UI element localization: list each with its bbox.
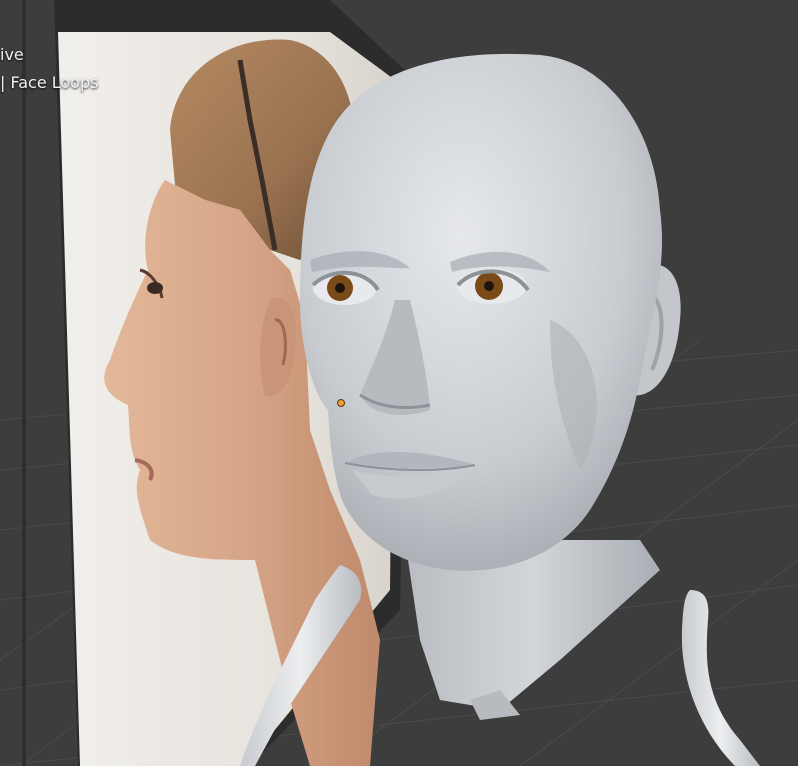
3d-viewport[interactable]: ive | Face Loops — [0, 0, 798, 766]
selected-vertex[interactable] — [337, 399, 345, 407]
edit-mode-label: | Face Loops — [0, 73, 99, 92]
plane-edge-left — [22, 0, 26, 766]
viewport-scene[interactable] — [0, 0, 798, 766]
view-mode-label: ive — [0, 45, 24, 64]
